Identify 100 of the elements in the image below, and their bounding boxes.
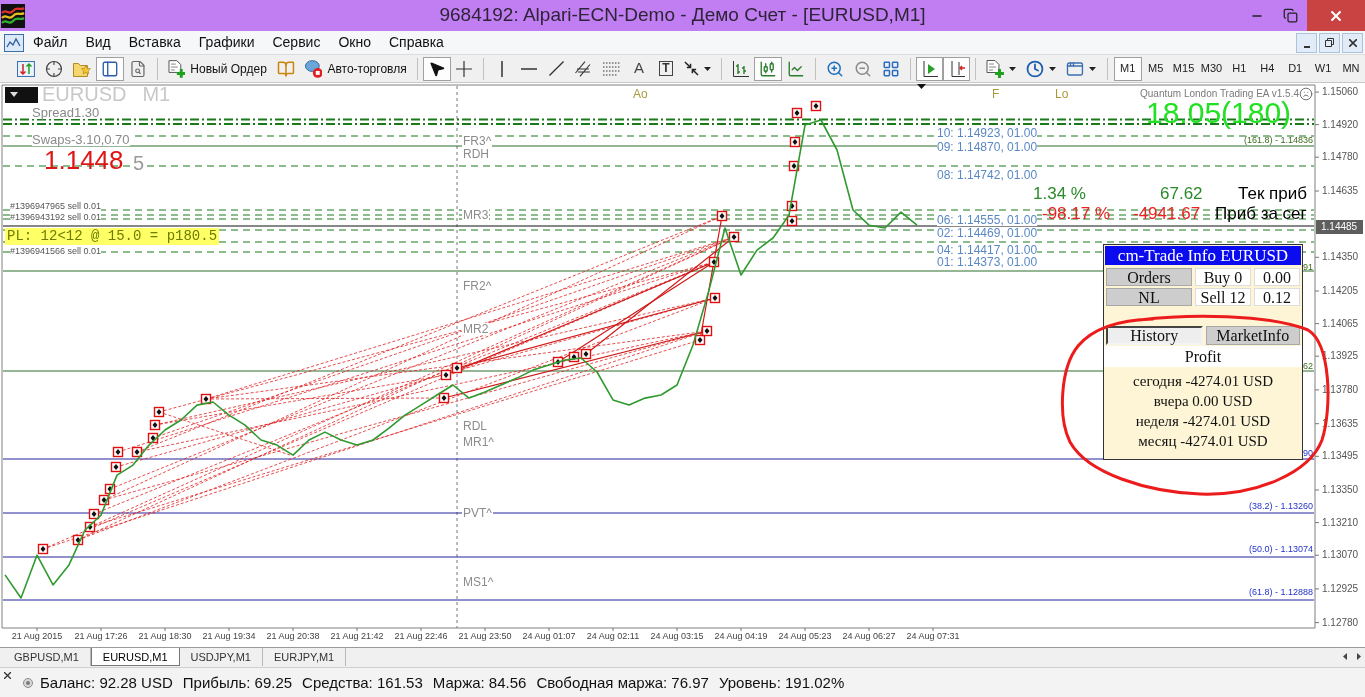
trade-marker-icon (104, 483, 116, 495)
fibo-level-label: 91 (1303, 262, 1313, 272)
trade-marker-icon (786, 215, 798, 227)
template-window-icon (1065, 59, 1084, 78)
menu-item[interactable]: Вид (76, 30, 120, 55)
menu-item[interactable]: Вставка (119, 30, 190, 55)
grid-level-label: 08: 1.14742, 01.00 (937, 169, 1038, 181)
sad-face-icon (1299, 87, 1313, 101)
auto-trading-button[interactable]: Авто-торговля (299, 56, 412, 81)
trade-marker-icon (788, 160, 800, 172)
trade-marker-icon (791, 107, 803, 119)
time-axis-label: 21 Aug 19:34 (202, 631, 256, 642)
indicator-label: F (992, 88, 1000, 101)
trade-marker-icon (694, 334, 706, 346)
timeframe-button[interactable]: M1 (1113, 56, 1142, 81)
time-axis-label: 21 Aug 20:38 (266, 631, 320, 642)
order-label: #1396943192 sell 0.01 (10, 212, 102, 222)
panel-tab[interactable]: MarketInfo (1205, 326, 1300, 345)
price-axis-label: 1.13350 (1322, 484, 1359, 496)
trade-marker-icon (72, 534, 84, 546)
autoscroll-button[interactable] (916, 56, 944, 81)
order-volume: 0.00 (1254, 268, 1300, 286)
timeframe-button[interactable]: D1 (1281, 56, 1310, 81)
chart-tab[interactable]: EURUSD,M1 (90, 648, 180, 666)
crosshair-icon (456, 60, 473, 77)
menu-item[interactable]: Справка (379, 30, 453, 55)
scroll-left-icon[interactable] (1343, 653, 1347, 660)
timeframe-button[interactable]: MN (1337, 56, 1365, 81)
book-icon (276, 59, 295, 78)
timeframe-button[interactable]: H1 (1225, 56, 1254, 81)
pivot-label: RDH (462, 148, 490, 160)
menu-item[interactable]: Окно (329, 30, 380, 55)
arrows-icon (684, 61, 700, 76)
mdi-restore-button[interactable] (1319, 32, 1340, 53)
trade-marker-icon (112, 446, 124, 458)
pivot-label: FR2^ (462, 280, 493, 292)
trade-marker-icon (153, 406, 165, 418)
profit-heading: Profit (1104, 346, 1302, 367)
candlestick-button[interactable] (754, 56, 783, 81)
panel-button[interactable]: NL (1106, 288, 1192, 306)
panel-tab[interactable]: History (1106, 326, 1203, 345)
caret-icon (1088, 66, 1096, 71)
panel-button[interactable]: Orders (1106, 268, 1192, 286)
pivot-label: MR3 (462, 209, 490, 221)
chart-tab[interactable]: USDJPY,M1 (179, 648, 263, 666)
trade-marker-icon (149, 419, 161, 431)
scroll-right-icon[interactable] (1357, 653, 1361, 660)
navigator-button[interactable] (95, 56, 124, 81)
pivot-label: FR3^ (462, 135, 493, 147)
trade-marker-icon (709, 292, 721, 304)
pivot-label: RDL (462, 420, 488, 432)
channel-icon (574, 60, 593, 77)
trade-marker-icon (552, 356, 564, 368)
file-search-icon (128, 59, 147, 78)
trade-marker-icon (147, 432, 159, 444)
mdi-minimize-button[interactable] (1296, 32, 1317, 53)
time-axis-label: 21 Aug 23:50 (458, 631, 512, 642)
text-label-tool-button[interactable]: T (652, 56, 680, 81)
timeframe-button[interactable]: W1 (1309, 56, 1338, 81)
spread-text: Spread1.30 (32, 106, 100, 119)
chart-window-icon[interactable] (4, 33, 24, 52)
trade-marker-icon (568, 351, 580, 363)
status-text: Свободная маржа: 76.97 (536, 673, 709, 692)
cursor-icon (427, 59, 446, 78)
pivot-label: MR1^ (462, 436, 495, 448)
menu-item[interactable]: Графики (189, 30, 264, 55)
menu-item[interactable]: Сервис (263, 30, 330, 55)
price-axis-label: 1.14635 (1322, 184, 1359, 197)
time-axis-label: 24 Aug 04:19 (714, 631, 768, 642)
timeframe-button[interactable]: M15 (1169, 56, 1198, 81)
profit-caption: Тек приб (1238, 184, 1307, 203)
fibonacci-icon (602, 61, 621, 76)
timeframe-button[interactable]: H4 (1253, 56, 1282, 81)
chart-tab[interactable]: GBPUSD,M1 (3, 648, 91, 666)
timeframe-button[interactable]: M30 (1197, 56, 1226, 81)
fibo-level-label: (161.8) - 1.14836 (1243, 135, 1313, 145)
close-icon[interactable] (4, 672, 11, 679)
trade-marker-icon (701, 325, 713, 337)
zoom-out-icon (854, 59, 873, 78)
chart-tab[interactable]: EURJPY,M1 (262, 648, 347, 666)
dropdown-caret-icon[interactable] (5, 87, 38, 103)
mdi-close-button[interactable] (1342, 32, 1363, 53)
trade-marker-icon (716, 210, 728, 222)
folder-star-icon (72, 60, 91, 77)
time-axis-label: 21 Aug 21:42 (330, 631, 384, 642)
trade-marker-icon (88, 508, 100, 520)
menu-item[interactable]: Файл (24, 30, 77, 55)
cursor-button[interactable] (422, 56, 451, 81)
trade-marker-icon (84, 521, 96, 533)
caret-icon (1009, 66, 1016, 71)
text-tool-button[interactable]: A (625, 56, 653, 81)
candlestick-icon (759, 59, 778, 78)
profit-summary: PL: 12<12 @ 15.0 = p180.5 (5, 228, 220, 245)
timeframe-button[interactable]: M5 (1141, 56, 1170, 81)
close-button[interactable] (1307, 0, 1365, 31)
profit-line: месяц -4274.01 USD (1138, 432, 1268, 451)
trade-marker-icon (110, 461, 122, 473)
chart-shift-button[interactable] (943, 56, 971, 81)
new-order-button[interactable]: Новый Ордер (162, 56, 272, 81)
bar-chart-icon (732, 60, 749, 77)
